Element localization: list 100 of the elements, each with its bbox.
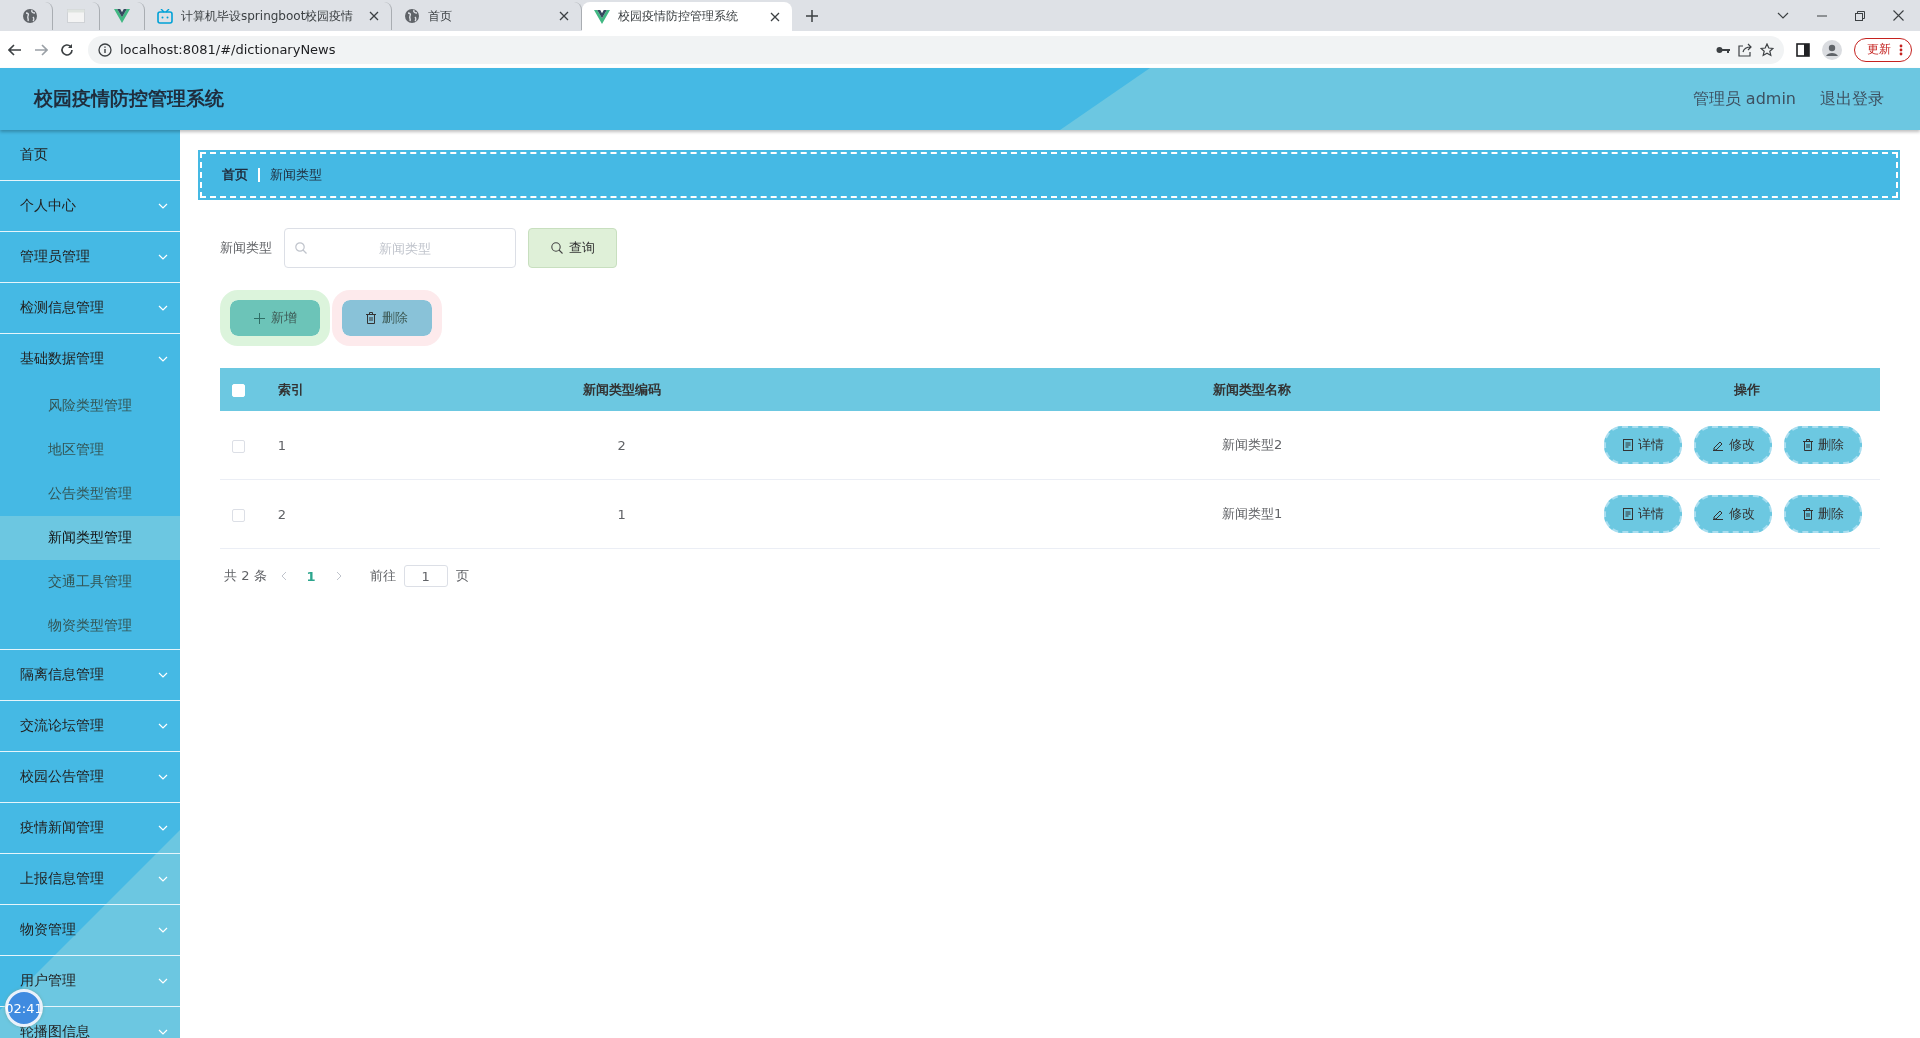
- chevron-down-icon: [158, 774, 168, 780]
- table-cell: 新闻类型1: [1221, 506, 1283, 521]
- address-bar[interactable]: localhost:8081/#/dictionaryNews: [88, 35, 1784, 64]
- browser-tab[interactable]: 校园疫情防控管理系统: [582, 2, 793, 31]
- profile-icon[interactable]: [1822, 39, 1842, 60]
- page-unit-label: 页: [455, 567, 469, 585]
- info-icon: [98, 42, 112, 57]
- select-all-checkbox[interactable]: [232, 384, 246, 397]
- trash-icon: [1802, 439, 1813, 451]
- tab-title: 首页: [428, 7, 453, 25]
- delete-button[interactable]: 删除: [332, 290, 442, 346]
- chevron-down-icon: [158, 876, 168, 882]
- edit-button[interactable]: 修改: [1694, 426, 1772, 464]
- pencil-icon: [1711, 508, 1724, 520]
- search-icon: [295, 242, 307, 254]
- sidebar-item[interactable]: 物资管理: [0, 905, 180, 956]
- new-tab-icon[interactable]: [806, 10, 819, 22]
- table-cell: 2: [617, 437, 626, 453]
- user-name: 管理员 admin: [1692, 88, 1796, 110]
- search-button[interactable]: 查询: [528, 228, 617, 268]
- chevron-down-icon: [158, 927, 168, 933]
- globe-icon: [404, 8, 421, 24]
- chevron-down-icon: [158, 254, 168, 260]
- page-input[interactable]: 1: [403, 565, 448, 587]
- chevron-down-icon: [158, 723, 168, 729]
- more-icon: [1899, 43, 1903, 56]
- sidebar-subitem[interactable]: 新闻类型管理: [0, 516, 180, 560]
- table-cell: 1: [277, 437, 286, 453]
- sidebar-subitem[interactable]: 物资类型管理: [0, 604, 180, 648]
- side-panel-icon[interactable]: [1796, 42, 1810, 57]
- update-button[interactable]: 更新: [1854, 37, 1912, 62]
- star-icon[interactable]: [1760, 42, 1774, 57]
- table-cell: 1: [617, 506, 626, 522]
- chevron-down-icon[interactable]: [1777, 11, 1789, 20]
- edit-button[interactable]: 修改: [1694, 495, 1772, 533]
- back-icon[interactable]: [8, 43, 22, 56]
- browser-tab[interactable]: 首页: [392, 2, 583, 30]
- trash-icon: [366, 312, 376, 324]
- document-icon: [1622, 508, 1633, 520]
- chevron-down-icon: [158, 672, 168, 678]
- close-icon[interactable]: [1893, 10, 1904, 21]
- forward-icon[interactable]: [34, 43, 48, 56]
- delete-button[interactable]: 删除: [1784, 426, 1862, 464]
- app-title: 校园疫情防控管理系统: [34, 86, 224, 111]
- sidebar-item[interactable]: 个人中心: [0, 181, 180, 232]
- browser-tab[interactable]: 计算机毕设springboot校园疫情: [145, 2, 393, 30]
- sidebar-item[interactable]: 校园公告管理: [0, 752, 180, 803]
- row-checkbox[interactable]: [232, 508, 246, 522]
- sidebar-item[interactable]: 检测信息管理: [0, 283, 180, 334]
- sidebar-subitem[interactable]: 交通工具管理: [0, 560, 180, 604]
- trash-icon: [1802, 508, 1813, 520]
- chevron-down-icon: [158, 825, 168, 831]
- logout-link[interactable]: 退出登录: [1820, 88, 1884, 110]
- vue-logo-icon: [114, 9, 130, 23]
- sidebar-subitem[interactable]: 风险类型管理: [0, 384, 180, 428]
- tab-title: 校园疫情防控管理系统: [618, 8, 739, 25]
- goto-label: 前往: [369, 567, 396, 585]
- sidebar-item[interactable]: 首页: [0, 130, 180, 181]
- details-button[interactable]: 详情: [1604, 495, 1682, 533]
- pencil-icon: [1711, 439, 1724, 451]
- plus-icon: [253, 312, 265, 324]
- row-checkbox[interactable]: [232, 439, 246, 453]
- column-header: 索引: [277, 381, 304, 397]
- key-icon[interactable]: [1716, 45, 1730, 54]
- sidebar-item[interactable]: 疫情新闻管理: [0, 803, 180, 854]
- vue-logo-icon: [594, 9, 611, 24]
- search-label: 新闻类型: [220, 239, 272, 257]
- tv-icon: [157, 8, 173, 24]
- close-icon[interactable]: [369, 11, 380, 21]
- restore-icon[interactable]: [1855, 10, 1865, 21]
- sidebar-subitem[interactable]: 公告类型管理: [0, 472, 180, 516]
- globe-icon: [22, 8, 38, 24]
- document-icon: [1622, 439, 1633, 451]
- table-cell: 新闻类型2: [1221, 437, 1283, 452]
- sidebar-item[interactable]: 上报信息管理: [0, 854, 180, 905]
- sidebar-item[interactable]: 管理员管理: [0, 232, 180, 283]
- url-text: localhost:8081/#/dictionaryNews: [120, 42, 337, 57]
- details-button[interactable]: 详情: [1604, 426, 1682, 464]
- total-count: 共 2 条: [224, 567, 267, 585]
- page-icon: [67, 9, 85, 23]
- close-icon[interactable]: [559, 11, 570, 21]
- breadcrumb-item[interactable]: 首页: [222, 166, 248, 184]
- share-icon[interactable]: [1738, 42, 1752, 57]
- sidebar-item[interactable]: 基础数据管理: [0, 334, 180, 384]
- column-header: 操作: [1734, 381, 1760, 397]
- chevron-down-icon: [158, 1029, 168, 1035]
- column-header: 新闻类型编码: [582, 381, 661, 397]
- breadcrumb-item: 新闻类型: [270, 166, 322, 184]
- search-field[interactable]: 新闻类型: [284, 228, 516, 268]
- sidebar-item[interactable]: 交流论坛管理: [0, 701, 180, 752]
- table-cell: 2: [277, 506, 286, 522]
- column-header: 新闻类型名称: [1213, 381, 1292, 397]
- sidebar-item[interactable]: 隔离信息管理: [0, 650, 180, 701]
- delete-button[interactable]: 删除: [1784, 495, 1862, 533]
- sidebar-subitem[interactable]: 地区管理: [0, 428, 180, 472]
- close-icon[interactable]: [770, 11, 781, 22]
- chevron-down-icon: [158, 356, 168, 362]
- reload-icon[interactable]: [60, 42, 74, 57]
- add-button[interactable]: 新增: [220, 290, 330, 346]
- tab-title: 计算机毕设springboot校园疫情: [181, 7, 354, 25]
